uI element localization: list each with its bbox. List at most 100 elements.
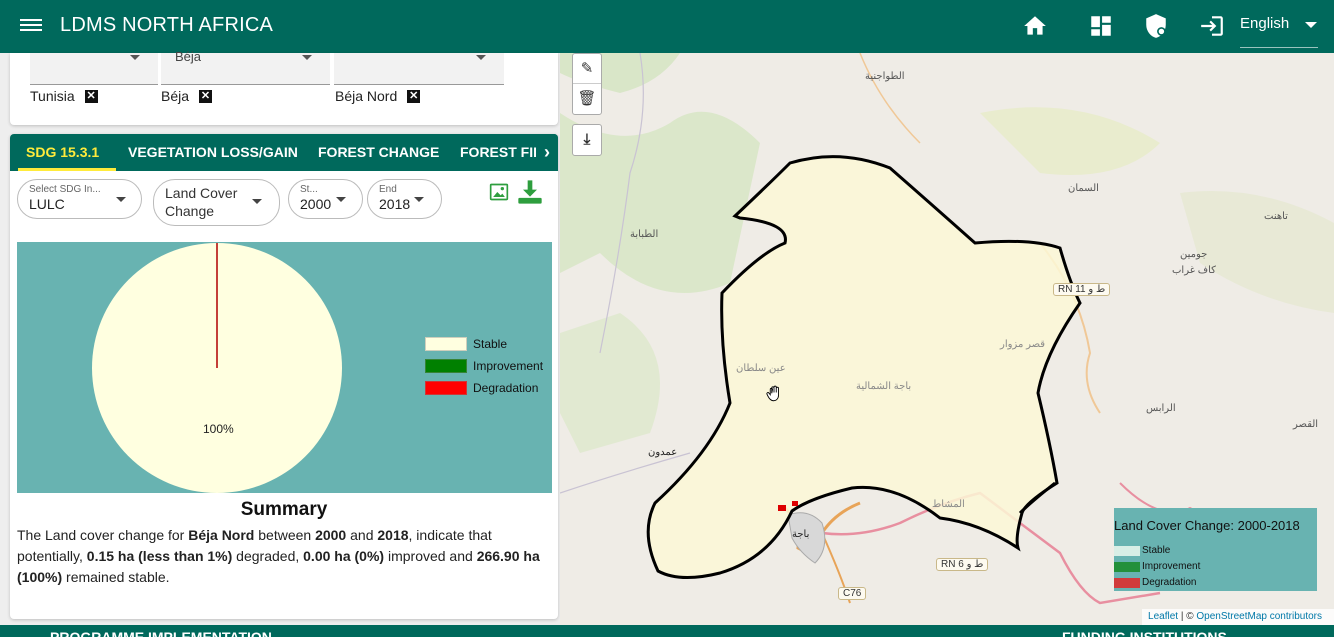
map-place-label: المشاط xyxy=(932,499,965,510)
download-icon[interactable]: ⤓ xyxy=(573,125,601,155)
pie-data-label: 100% xyxy=(203,422,234,436)
trash-icon[interactable]: 🗑 xyxy=(573,84,601,114)
download-icon[interactable] xyxy=(516,178,544,206)
summary-text: The Land cover change for Béja Nord betw… xyxy=(17,527,540,585)
top-app-bar: LDMS NORTH AFRICA English xyxy=(0,0,1334,53)
legend-label-improvement: Improvement xyxy=(473,359,544,373)
pie-chart: 100% Stable Improvement Degradation xyxy=(17,242,552,493)
legend-label-degradation: Degradation xyxy=(473,381,539,395)
change-type-value: Land Cover Change xyxy=(165,185,238,219)
legend-item-degradation: Degradation xyxy=(425,381,538,395)
governorate-select[interactable]: Béja xyxy=(161,49,330,85)
end-year-select[interactable]: End 2018 xyxy=(367,179,442,219)
dashboard-icon[interactable] xyxy=(1088,13,1114,39)
left-panel: Béja Tunisia ✕ Béja ✕ Béja Nord ✕ SDG 15… xyxy=(0,49,560,625)
map-place-label: الطواجنية xyxy=(865,71,905,82)
chip-delegation-label: Béja Nord xyxy=(335,88,398,104)
chip-governorate-label: Béja xyxy=(161,88,190,104)
close-icon[interactable]: ✕ xyxy=(199,89,213,103)
map-legend-label: Stable xyxy=(1142,545,1171,556)
map-legend-label: Degradation xyxy=(1142,577,1197,588)
map-place-label: عين سلطان xyxy=(736,363,786,374)
start-year-label: St... xyxy=(300,184,318,195)
chevron-down-icon xyxy=(336,197,346,202)
osm-link[interactable]: OpenStreetMap contributors xyxy=(1196,611,1322,622)
shield-icon[interactable] xyxy=(1143,13,1169,39)
chip-country: Tunisia ✕ xyxy=(30,88,98,104)
chevron-down-icon xyxy=(116,197,126,202)
analysis-card: SDG 15.3.1 VEGETATION LOSS/GAIN FOREST C… xyxy=(10,134,558,619)
map-legend-swatch xyxy=(1114,561,1140,572)
map-place-label: كاف غراب xyxy=(1172,265,1216,276)
sdg-indicator-label: Select SDG In... xyxy=(29,184,101,195)
map-place-label: جومين xyxy=(1180,249,1208,260)
governorate-select-value: Béja xyxy=(175,49,202,64)
map-legend-item-degradation: Degradation xyxy=(1114,577,1196,588)
map-place-label: السمان xyxy=(1068,183,1099,194)
language-caret-icon[interactable] xyxy=(1305,22,1317,28)
start-year-select[interactable]: St... 2000 xyxy=(288,179,363,219)
draw-toolbar: ✎ 🗑 xyxy=(572,53,602,115)
legend-item-stable: Stable xyxy=(425,337,507,351)
app-title: LDMS NORTH AFRICA xyxy=(60,14,274,36)
chip-delegation: Béja Nord ✕ xyxy=(335,88,421,104)
governorate-caret-icon xyxy=(302,55,312,60)
close-icon[interactable]: ✕ xyxy=(407,89,421,103)
leaflet-link[interactable]: Leaflet xyxy=(1148,611,1178,622)
change-type-select[interactable]: Land Cover Change xyxy=(153,179,280,226)
footer-left-title: PROGRAMME IMPLEMENTATION xyxy=(50,629,272,637)
map-legend: Land Cover Change: 2000-2018 Stable Impr… xyxy=(1114,508,1317,591)
tab-forest-change[interactable]: FOREST CHANGE xyxy=(318,144,439,160)
map-legend-swatch xyxy=(1114,545,1140,556)
map-place-label: الرابس xyxy=(1146,403,1176,414)
map-road-label: RN 11 ط و xyxy=(1053,283,1111,296)
map-road-label: RN 6 ط و xyxy=(936,558,989,571)
legend-swatch-stable xyxy=(425,337,467,351)
map-place-label: الطبابة xyxy=(630,229,659,240)
map-place-label: باجة الشمالية xyxy=(856,381,912,392)
filter-card: Béja Tunisia ✕ Béja ✕ Béja Nord ✕ xyxy=(10,49,558,125)
sdg-indicator-select[interactable]: Select SDG In... LULC xyxy=(17,179,142,219)
chevron-down-icon xyxy=(252,199,262,204)
chip-country-label: Tunisia xyxy=(30,88,75,104)
download-toolbar: ⤓ xyxy=(572,124,602,156)
map-road-label: C76 xyxy=(838,587,867,600)
legend-swatch-degradation xyxy=(425,381,467,395)
map-legend-title: Land Cover Change: 2000-2018 xyxy=(1114,518,1300,533)
image-icon[interactable] xyxy=(489,182,509,202)
delegation-caret-icon xyxy=(476,55,486,60)
map-view[interactable]: الطواجنية السمان تاهنت جومين كاف غراب ال… xyxy=(560,53,1334,625)
hand-cursor-icon xyxy=(766,385,779,402)
language-select[interactable]: English xyxy=(1240,15,1289,32)
map-legend-swatch xyxy=(1114,577,1140,588)
start-year-value: 2000 xyxy=(300,196,332,212)
tab-sdg-15-3-1[interactable]: SDG 15.3.1 xyxy=(26,144,99,160)
footer-bar: PROGRAMME IMPLEMENTATION FUNDING INSTITU… xyxy=(0,625,1334,637)
legend-label-stable: Stable xyxy=(473,337,508,351)
delegation-select[interactable] xyxy=(334,53,504,85)
tab-vegetation-loss-gain[interactable]: VEGETATION LOSS/GAIN xyxy=(128,144,298,160)
map-place-label: باجة xyxy=(792,529,810,540)
country-select[interactable] xyxy=(30,53,158,85)
chevron-down-icon xyxy=(414,197,424,202)
map-place-label: قصر مزوار xyxy=(1000,339,1046,350)
menu-icon[interactable] xyxy=(20,16,42,36)
map-legend-item-improvement: Improvement xyxy=(1114,561,1200,572)
home-icon[interactable] xyxy=(1022,13,1048,39)
chevron-right-icon[interactable]: › xyxy=(536,134,558,171)
map-place-label: القصر xyxy=(1293,419,1319,430)
map-legend-item-stable: Stable xyxy=(1114,545,1170,556)
login-icon[interactable] xyxy=(1199,13,1225,39)
map-attribution: Leaflet | © OpenStreetMap contributors xyxy=(1142,609,1334,625)
sdg-indicator-value: LULC xyxy=(29,196,65,212)
close-icon[interactable]: ✕ xyxy=(84,89,98,103)
map-place-label: عمدون xyxy=(648,447,678,458)
edit-icon[interactable]: ✎ xyxy=(573,54,601,84)
chip-governorate: Béja ✕ xyxy=(161,88,213,104)
footer-right-title: FUNDING INSTITUTIONS xyxy=(1062,629,1227,637)
language-underline xyxy=(1240,47,1318,48)
active-tab-indicator xyxy=(18,168,116,171)
country-caret-icon xyxy=(130,55,140,60)
tab-bar: SDG 15.3.1 VEGETATION LOSS/GAIN FOREST C… xyxy=(10,134,558,171)
legend-item-improvement: Improvement xyxy=(425,359,543,373)
